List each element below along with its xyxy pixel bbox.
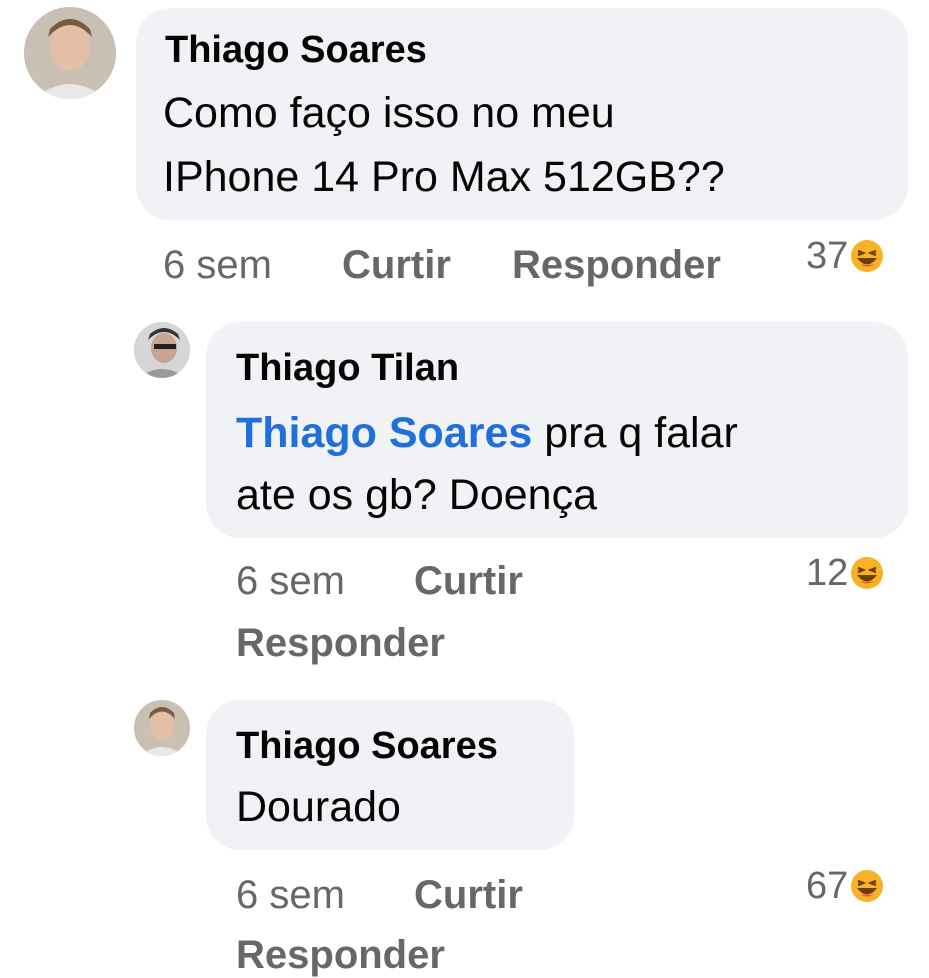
comment-timestamp[interactable]: 6 sem — [236, 558, 345, 604]
avatar[interactable] — [134, 322, 190, 378]
comment-text-line: Dourado — [236, 783, 401, 831]
reaction-summary[interactable]: 67 — [806, 864, 884, 908]
reaction-count: 12 — [806, 552, 849, 594]
mention-link[interactable]: Thiago Soares — [236, 409, 532, 457]
comment-text-line: IPhone 14 Pro Max 512GB?? — [163, 153, 725, 201]
like-button[interactable]: Curtir — [414, 558, 523, 604]
user-photo-icon — [134, 322, 190, 378]
user-photo-icon — [24, 7, 116, 99]
reaction-count: 67 — [806, 865, 849, 907]
comment-author[interactable]: Thiago Soares — [236, 724, 498, 768]
like-button[interactable]: Curtir — [414, 872, 523, 918]
like-button[interactable]: Curtir — [342, 242, 451, 288]
reply-button[interactable]: Responder — [512, 242, 721, 288]
comment-text-line: Thiago Soares pra q falar — [236, 402, 738, 464]
reaction-summary[interactable]: 37 — [806, 234, 884, 278]
comment-text-line: Como faço isso no meu — [163, 89, 615, 137]
comment-text-fragment: pra q falar — [532, 409, 738, 457]
laughing-emoji-icon — [850, 869, 884, 903]
comment-author[interactable]: Thiago Tilan — [236, 346, 459, 390]
reply-button[interactable]: Responder — [236, 620, 445, 666]
reply-button[interactable]: Responder — [236, 932, 445, 978]
laughing-emoji-icon — [850, 556, 884, 590]
comment-text-line: ate os gb? Doença — [236, 471, 597, 519]
comment-author[interactable]: Thiago Soares — [165, 28, 427, 72]
reaction-summary[interactable]: 12 — [806, 551, 884, 595]
avatar[interactable] — [134, 700, 190, 756]
laughing-emoji-icon — [850, 239, 884, 273]
comment-timestamp[interactable]: 6 sem — [236, 872, 345, 918]
avatar[interactable] — [24, 7, 116, 99]
reaction-count: 37 — [806, 235, 849, 277]
comment-timestamp[interactable]: 6 sem — [163, 242, 272, 288]
user-photo-icon — [134, 700, 190, 756]
